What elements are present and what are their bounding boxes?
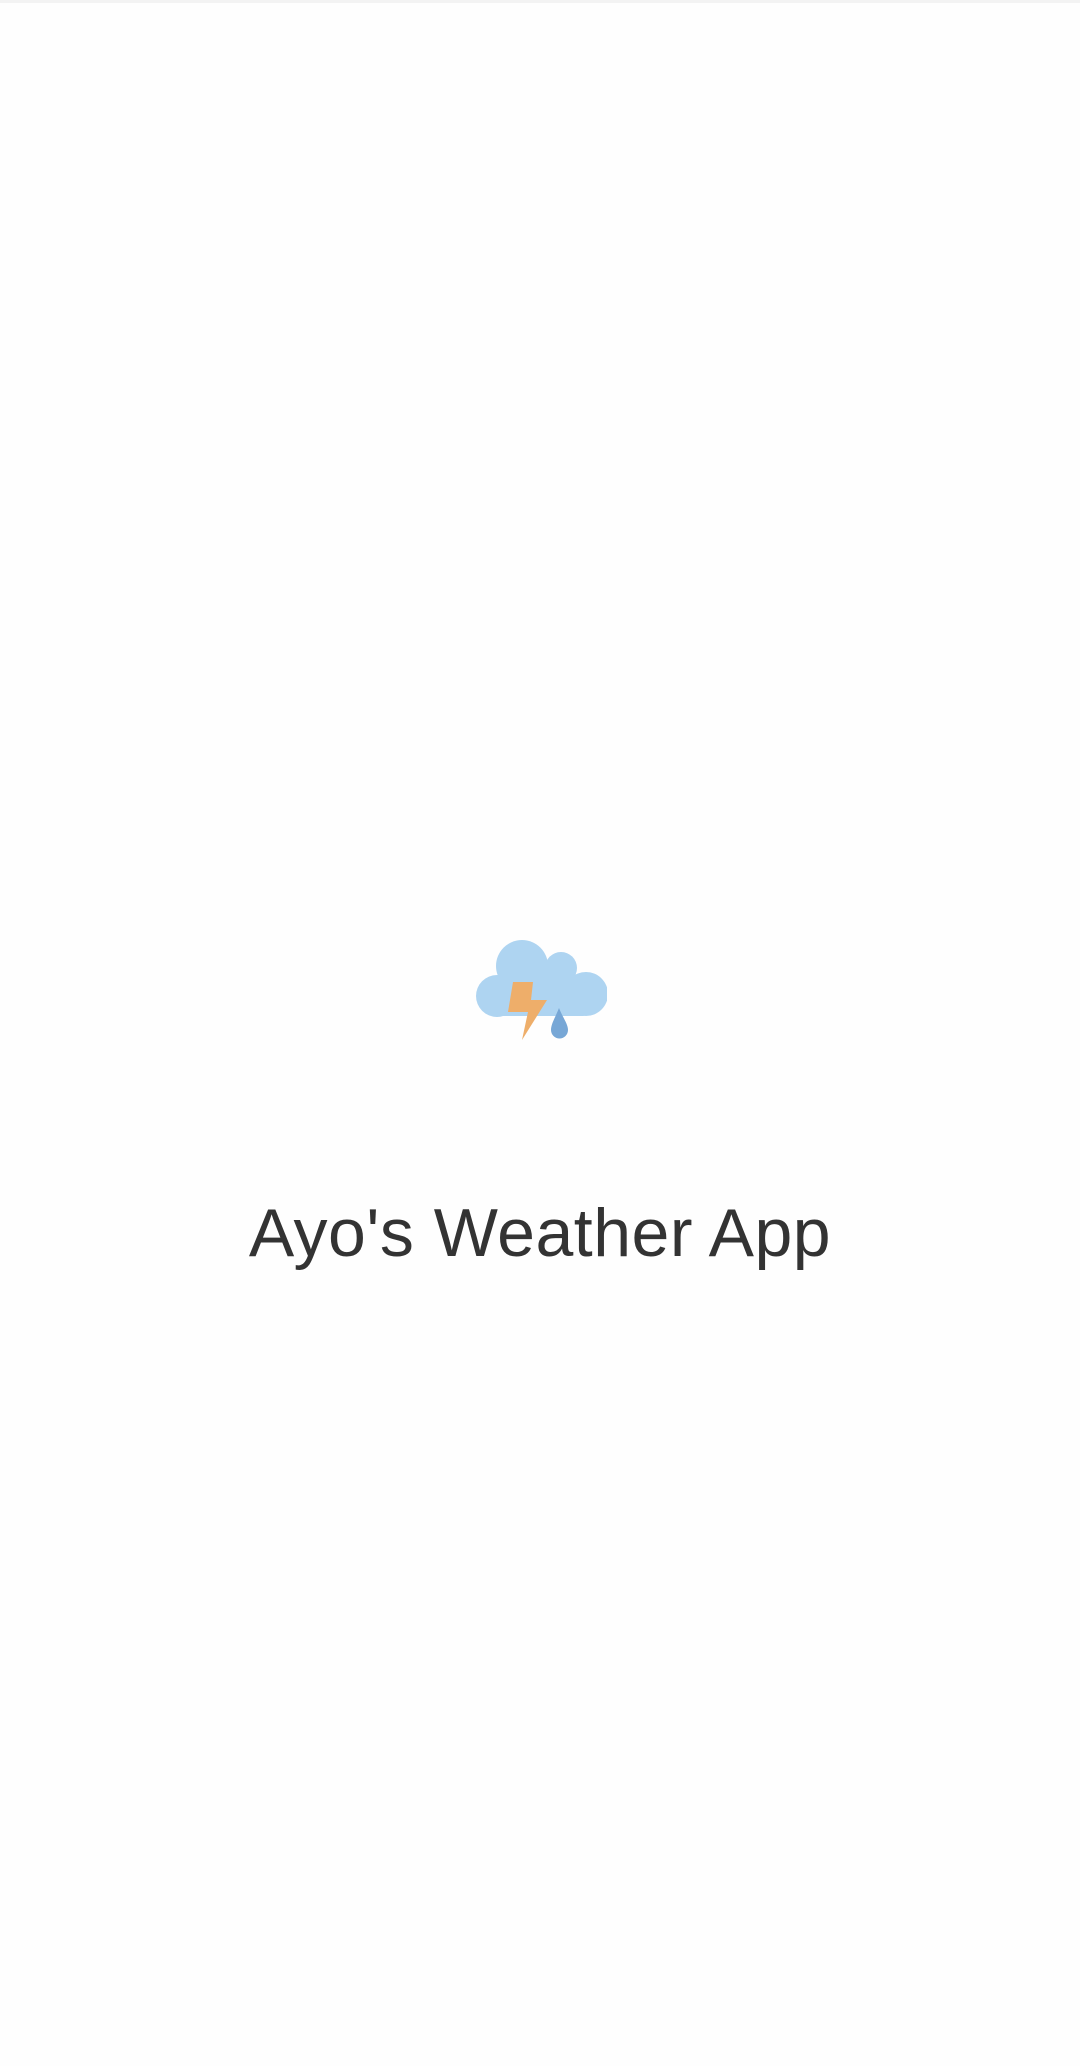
status-bar-edge: [0, 0, 1080, 3]
app-title: Ayo's Weather App: [248, 1195, 832, 1271]
splash-screen: Ayo's Weather App: [0, 0, 1080, 2066]
cloud-lightning-rain-icon: [476, 940, 607, 1040]
